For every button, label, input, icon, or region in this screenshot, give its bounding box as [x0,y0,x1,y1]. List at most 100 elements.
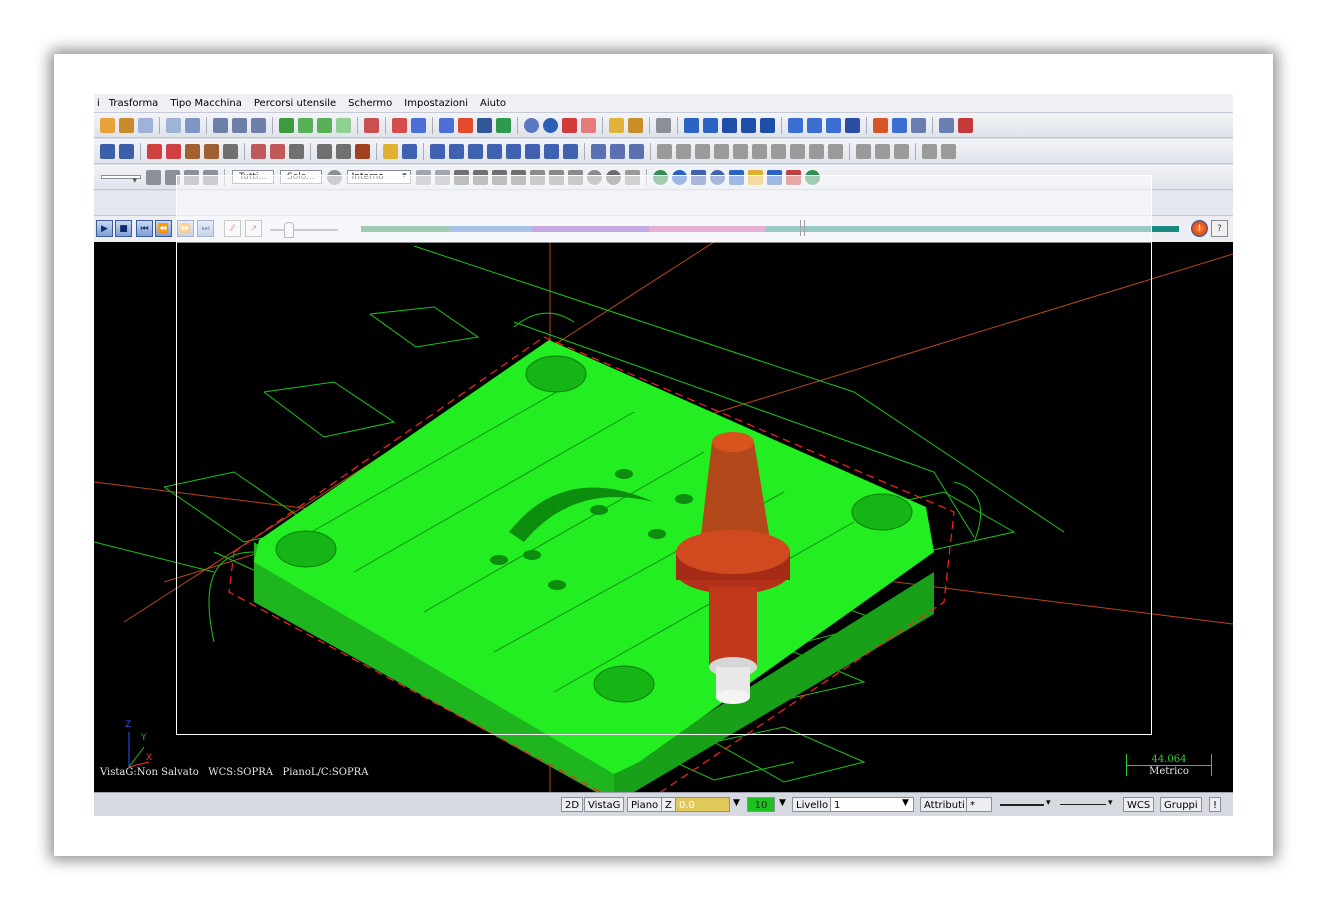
layer-icon[interactable] [458,117,473,133]
edit-gray-15-icon[interactable] [941,143,956,159]
step-forward-button[interactable]: ⏩ [177,220,194,237]
boolean-icon[interactable] [845,117,860,133]
shell-icon[interactable] [788,117,803,133]
edit-gray-6-icon[interactable] [752,143,767,159]
solid-icon[interactable] [562,117,577,133]
zoom-target-icon[interactable] [119,117,134,133]
rotate-icon[interactable] [449,143,464,159]
select-plus-icon[interactable] [146,169,161,185]
menu-tipo-macchina[interactable]: Tipo Macchina [164,98,248,109]
edit-gray-12-icon[interactable] [875,143,890,159]
plane-button[interactable]: Piano [627,797,663,812]
graphics-viewport[interactable]: Z Y X VistaG:Non Salvato WCS:SOPRA Piano… [94,242,1233,792]
cube-icon[interactable] [364,117,379,133]
nest-icon[interactable] [563,143,578,159]
window-select-icon[interactable] [629,143,644,159]
properties-icon[interactable] [911,117,926,133]
select-only-button[interactable]: Solo... [279,170,322,184]
toolpath-icon[interactable] [100,143,115,159]
speed-slider-thumb[interactable] [284,222,294,238]
light-icon[interactable] [383,143,398,159]
stretch-icon[interactable] [525,143,540,159]
select-help-icon[interactable] [203,169,218,185]
zoom-fit-icon[interactable] [185,117,200,133]
select-cancel-icon[interactable] [586,169,602,185]
group-icon[interactable] [496,117,511,133]
view-top-icon[interactable] [213,117,228,133]
help-button[interactable]: ? [1211,220,1228,237]
machine-def-icon[interactable] [804,169,820,185]
project-icon[interactable] [506,143,521,159]
point-style-button[interactable]: * [966,797,992,812]
menu-aiuto[interactable]: Aiuto [474,98,512,109]
shade-icon[interactable] [279,117,294,133]
window-mode-select[interactable]: Interno [346,170,411,184]
multiaxis-icon[interactable] [289,143,304,159]
color-dropdown-icon[interactable]: ▼ [779,798,786,808]
selection-mode-dropdown[interactable] [101,175,141,186]
select-gear-icon[interactable] [326,169,342,185]
alert-button[interactable]: ! [1209,797,1222,812]
edit-gray-11-icon[interactable] [856,143,871,159]
backplot-icon[interactable] [336,143,351,159]
folder-icon[interactable] [747,169,763,185]
table-red-icon[interactable] [785,169,801,185]
step-back-start-button[interactable]: ⏮ [136,220,153,237]
grid-icon[interactable] [939,117,954,133]
transform-icon[interactable] [402,143,417,159]
pencil-icon[interactable] [609,117,624,133]
select-all-button[interactable]: Tutti... [232,170,274,184]
z-depth-input[interactable]: 0.0 [675,797,730,812]
post-icon[interactable] [355,143,370,159]
box-blue-icon[interactable] [684,117,699,133]
select-back-icon[interactable] [548,169,564,185]
wireframe-icon[interactable] [298,117,313,133]
edit-gray-10-icon[interactable] [828,143,843,159]
groups-button[interactable]: Gruppi [1160,797,1202,812]
zoom-in-icon[interactable] [138,117,153,133]
edit-gray-13-icon[interactable] [894,143,909,159]
edit-gray-1-icon[interactable] [657,143,672,159]
tool-list-icon[interactable] [690,169,706,185]
draft-icon[interactable] [826,117,841,133]
speed-slider-track[interactable] [270,229,338,231]
select-solid-icon[interactable] [453,169,469,185]
edit-gray-5-icon[interactable] [733,143,748,159]
menu-impostazioni[interactable]: Impostazioni [398,98,474,109]
export-icon[interactable] [958,117,973,133]
solid-outline-icon[interactable] [581,117,596,133]
warning-button[interactable]: ! [1191,220,1208,237]
brush-icon[interactable] [628,117,643,133]
surface-rough-icon[interactable] [251,143,266,159]
scale-icon[interactable] [468,143,483,159]
select-mask-icon[interactable] [184,169,199,185]
select-question-icon[interactable] [624,169,640,185]
zoom-out-icon[interactable] [166,117,181,133]
timeline-bar[interactable] [361,226,1179,232]
edit-gray-8-icon[interactable] [790,143,805,159]
select-vector-icon[interactable] [434,169,450,185]
select-verify-icon[interactable] [567,169,583,185]
sphere-blue-icon[interactable] [671,169,687,185]
select-sphere-icon[interactable] [605,169,621,185]
step-back-button[interactable]: ⏪ [155,220,172,237]
stop-button[interactable]: ■ [115,220,132,237]
dimension-icon[interactable] [411,117,426,133]
contour-icon[interactable] [185,143,200,159]
layout-icon[interactable] [873,117,888,133]
toolpath-display-button[interactable]: ⁄⁄ [224,220,241,237]
view-front-icon[interactable] [232,117,247,133]
select-grid-icon[interactable] [610,143,625,159]
select-edge-icon[interactable] [491,169,507,185]
arrow-down-icon[interactable] [741,117,756,133]
globe-icon[interactable] [524,117,539,133]
outline-icon[interactable] [336,117,351,133]
sphere-icon[interactable] [543,117,558,133]
menu-percorsi-utensile[interactable]: Percorsi utensile [248,98,342,109]
edit-gray-14-icon[interactable] [922,143,937,159]
roll-icon[interactable] [544,143,559,159]
mirror-icon[interactable] [439,117,454,133]
attributes-button[interactable]: Attributi [920,797,969,812]
view-2d-button[interactable]: 2D [561,797,584,812]
analyze-icon[interactable] [392,117,407,133]
